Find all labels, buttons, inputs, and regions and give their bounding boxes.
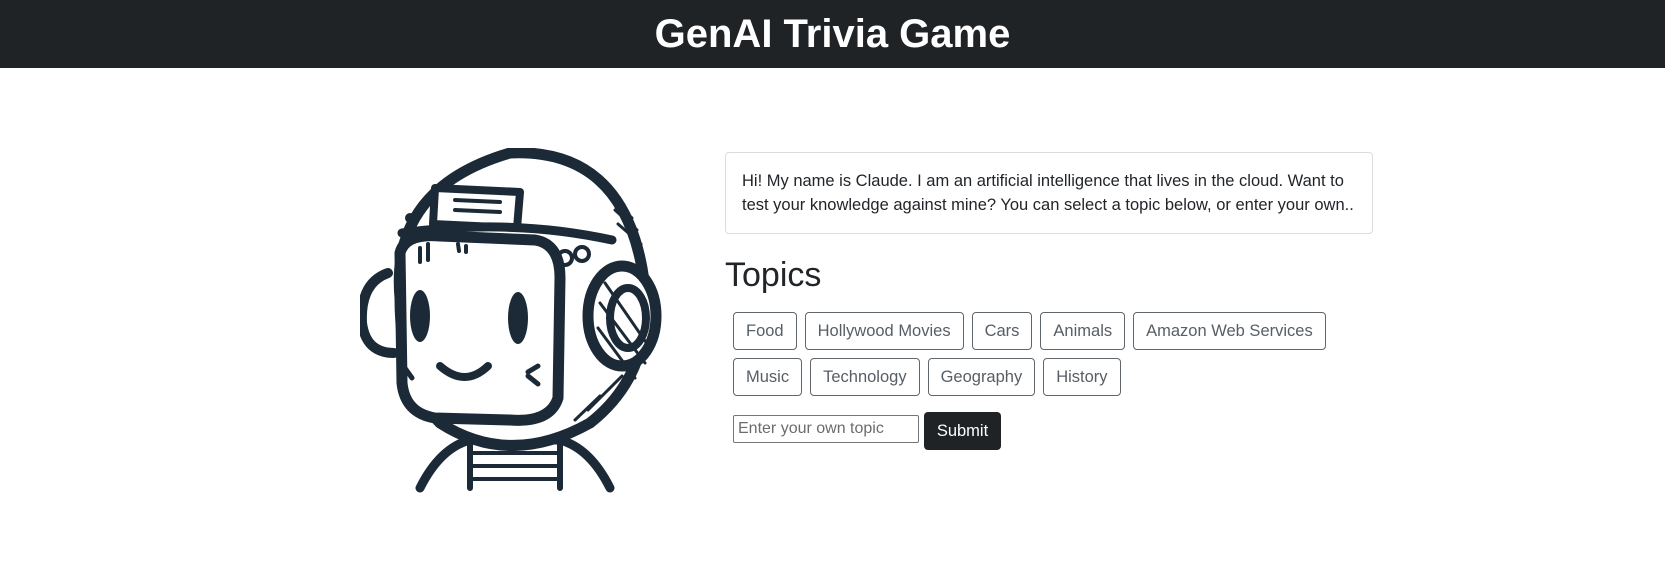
topic-button-animals[interactable]: Animals: [1040, 312, 1126, 350]
submit-button[interactable]: Submit: [924, 412, 1001, 450]
robot-astronaut-mascot-icon: [360, 148, 662, 493]
topic-button-amazon-web-services[interactable]: Amazon Web Services: [1133, 312, 1326, 350]
topic-button-hollywood-movies[interactable]: Hollywood Movies: [804, 312, 964, 350]
topic-button-food[interactable]: Food: [733, 312, 797, 350]
topic-button-technology[interactable]: Technology: [810, 358, 920, 396]
app-header: GenAI Trivia Game: [0, 0, 1665, 68]
topic-list-row-2: Music Technology Geography History: [733, 358, 1121, 396]
topic-button-music[interactable]: Music: [733, 358, 803, 396]
custom-topic-input[interactable]: [733, 415, 919, 443]
topic-button-geography[interactable]: Geography: [927, 358, 1036, 396]
topic-button-cars[interactable]: Cars: [971, 312, 1033, 350]
topics-heading: Topics: [725, 256, 822, 294]
topic-button-history[interactable]: History: [1043, 358, 1121, 396]
page-title: GenAI Trivia Game: [654, 11, 1011, 56]
topic-list-row-1: Food Hollywood Movies Cars Animals Amazo…: [733, 312, 1326, 350]
intro-message: Hi! My name is Claude. I am an artificia…: [725, 152, 1373, 234]
